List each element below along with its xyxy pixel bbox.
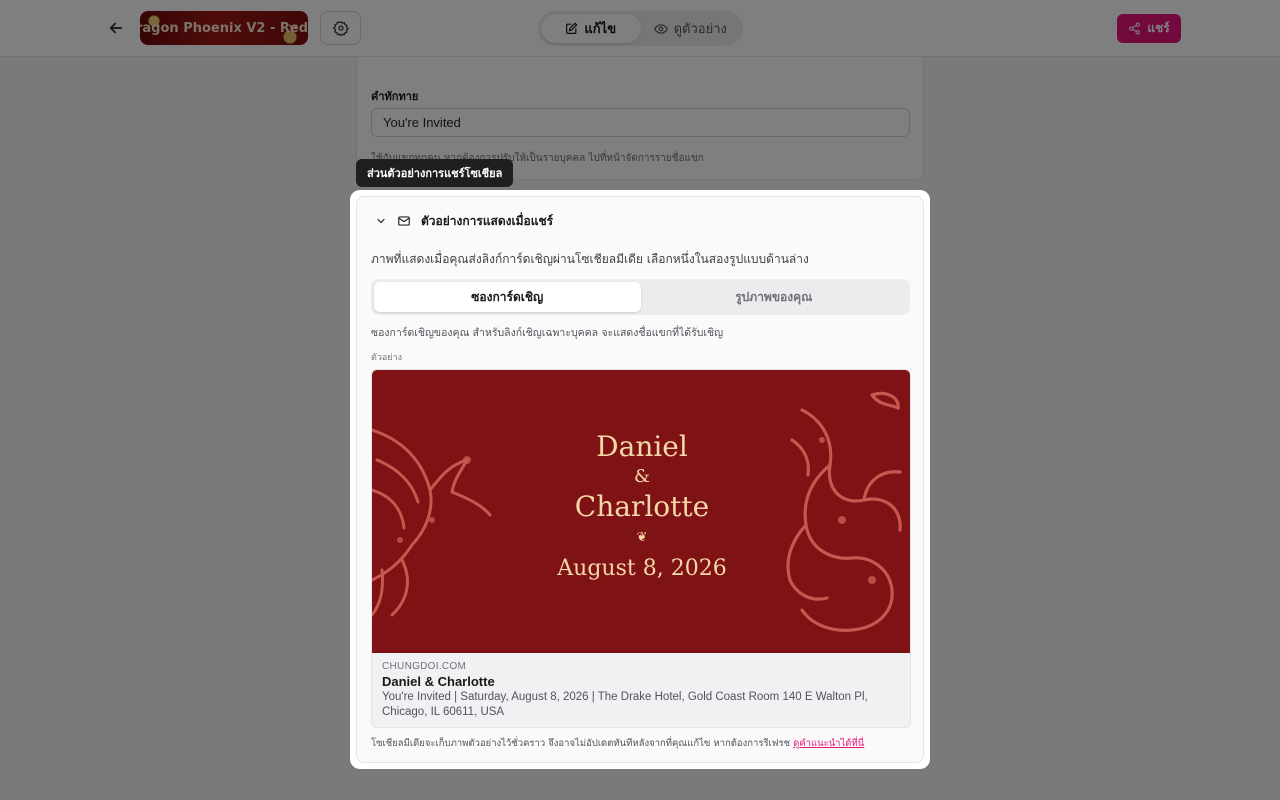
link-preview-meta: CHUNGDOI.COM Daniel & Charlotte You're I…	[372, 653, 910, 727]
share-preview-header[interactable]: ตัวอย่างการแสดงเมื่อแชร์	[375, 211, 553, 231]
invitation-image: Daniel & Charlotte ❦ August 8, 2026	[372, 370, 910, 653]
example-label: ตัวอย่าง	[371, 353, 403, 363]
invite-name-1: Daniel	[596, 430, 688, 463]
invite-ornament: ❦	[636, 530, 648, 545]
share-preview-highlight: ตัวอย่างการแสดงเมื่อแชร์ ภาพที่แสดงเมื่อ…	[350, 190, 930, 769]
chevron-down-icon[interactable]	[375, 215, 387, 227]
tour-tooltip: ส่วนตัวอย่างการแชร์โซเชียล	[356, 159, 514, 187]
mail-icon	[398, 216, 410, 226]
share-preview-section: ตัวอย่างการแสดงเมื่อแชร์ ภาพที่แสดงเมื่อ…	[356, 196, 924, 763]
preview-type-tabs: ซองการ์ดเชิญ รูปภาพของคุณ	[371, 279, 910, 315]
link-description: You're Invited | Saturday, August 8, 202…	[382, 691, 868, 718]
link-domain: CHUNGDOI.COM	[382, 661, 467, 672]
invite-ampersand: &	[633, 466, 651, 487]
footnote-help-link[interactable]: ดูคำแนะนำได้ที่นี่	[793, 738, 864, 749]
footnote-text: โซเชียลมีเดียจะเก็บภาพตัวอย่างไว้ชั่วครา…	[371, 738, 791, 749]
link-title: Daniel & Charlotte	[382, 674, 495, 689]
share-preview-title: ตัวอย่างการแสดงเมื่อแชร์	[421, 213, 554, 228]
share-preview-description: ภาพที่แสดงเมื่อคุณส่งลิงก์การ์ดเชิญผ่านโ…	[371, 252, 809, 266]
cache-footnote: โซเชียลมีเดียจะเก็บภาพตัวอย่างไว้ชั่วครา…	[371, 736, 864, 751]
link-preview-card: Daniel & Charlotte ❦ August 8, 2026 CHUN…	[371, 369, 911, 728]
tab-envelope[interactable]: ซองการ์ดเชิญ	[374, 282, 641, 312]
tab-description: ซองการ์ดเชิญของคุณ สำหรับลิงก์เชิญเฉพาะบ…	[371, 327, 724, 339]
invite-name-2: Charlotte	[574, 490, 710, 523]
invite-date: August 8, 2026	[557, 556, 727, 581]
tab-your-image[interactable]: รูปภาพของคุณ	[641, 282, 908, 312]
